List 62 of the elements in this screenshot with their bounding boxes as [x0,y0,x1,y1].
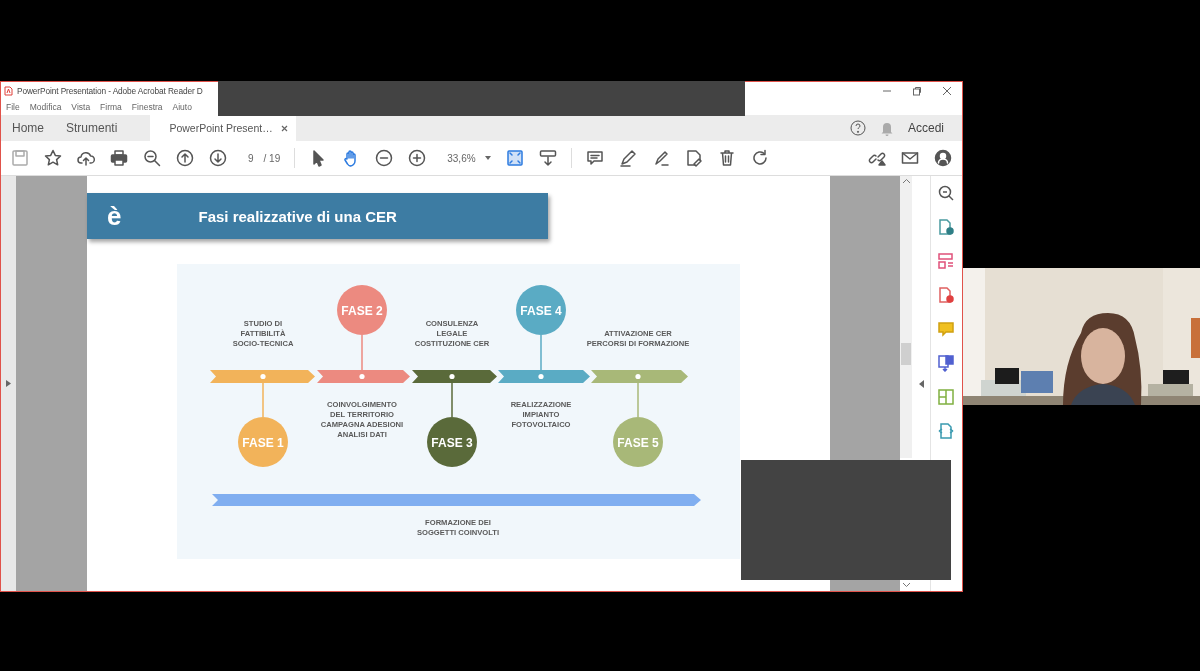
tab[interactable]: Strumenti [55,115,129,141]
phase-label: FASE 2 [341,303,383,318]
mail-icon[interactable] [901,149,919,167]
phase-label: FASE 5 [617,435,659,450]
document-icon[interactable] [937,218,955,236]
expand-arrow-icon[interactable] [6,380,11,387]
phase-label: FASE 1 [242,435,284,450]
zoom-level[interactable]: 33,6% [447,152,476,164]
document-icon[interactable] [937,286,955,304]
print-icon[interactable] [110,149,128,167]
tab[interactable]: PowerPoint Present… [150,115,296,141]
scroll-thumb[interactable] [901,343,911,365]
menu-item[interactable]: Aiuto [172,102,192,112]
scroll-down-icon[interactable] [902,583,910,587]
rotate-icon[interactable] [750,149,769,167]
menu-item[interactable]: Vista [71,102,91,112]
phase-label: FASE 4 [520,303,562,318]
comment-icon[interactable] [585,149,604,167]
stamp-icon[interactable] [684,149,703,167]
highlighter-icon[interactable] [618,149,637,167]
scrollbar[interactable] [900,176,912,458]
menu-item[interactable]: Modifica [29,102,62,112]
zoom-icon[interactable] [937,184,955,202]
slide-title: Fasi realizzative di una CER [198,207,397,225]
timeline-dot [260,373,266,380]
previous-page-icon[interactable] [176,149,194,167]
phase-label: FASE 3 [431,435,473,450]
trash-icon[interactable] [717,149,736,167]
document-icon[interactable] [937,422,955,440]
slide-marker: è [107,200,122,232]
restore-icon[interactable] [912,85,922,96]
tab[interactable]: Home [1,115,55,141]
help-icon[interactable] [849,120,866,136]
page-number[interactable]: 9 [248,152,254,164]
cloud-upload-icon[interactable] [77,149,95,167]
scroll-mode-icon[interactable] [538,149,557,167]
timeline-dot [635,373,641,380]
user-icon[interactable] [934,149,952,167]
menu-item[interactable]: Firma [100,102,122,112]
menu-item[interactable]: Finestra [131,102,163,112]
zoom-out-icon[interactable] [143,149,161,167]
timeline-dot [449,373,455,380]
layout-icon[interactable] [937,252,955,270]
scroll-up-icon[interactable] [902,179,910,183]
page-count: / 19 [263,152,281,164]
pdf-icon [4,85,13,96]
fit-page-icon[interactable] [505,149,524,167]
zoom-out-icon[interactable] [375,149,394,167]
timeline-dot [538,373,544,380]
caret-icon[interactable] [484,156,491,160]
timeline-dot [359,373,365,380]
close-icon[interactable] [280,124,288,132]
zoom-in-icon[interactable] [408,149,427,167]
window-title: PowerPoint Presentation - Adobe Acrobat Reader D [17,85,203,96]
close-icon[interactable] [942,85,952,96]
sign-in-link[interactable]: Accedi [907,121,944,135]
link-icon[interactable] [868,149,886,167]
collapse-arrow-icon[interactable] [918,379,924,388]
menu-item[interactable]: File [6,102,20,112]
next-page-icon[interactable] [209,149,227,167]
document-icon[interactable] [937,354,955,372]
star-icon[interactable] [44,149,62,167]
